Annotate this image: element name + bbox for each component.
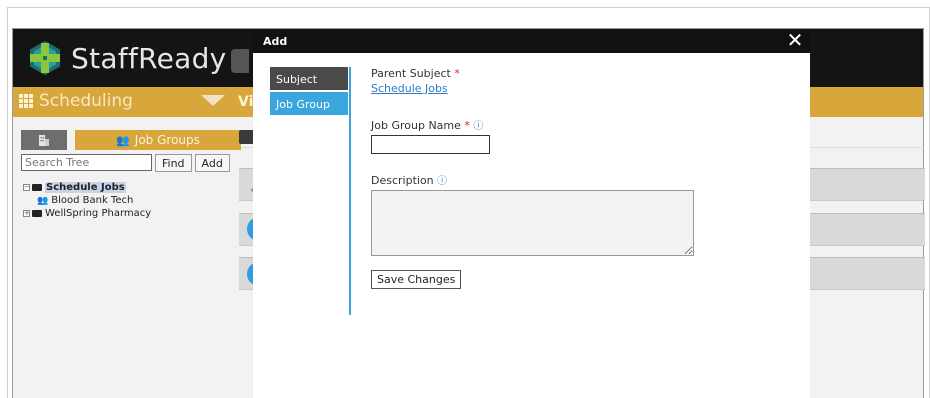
tab-locations[interactable] <box>21 130 67 150</box>
chevron-down-icon[interactable] <box>201 95 225 106</box>
dialog-header: Add ✕ <box>253 30 810 53</box>
required-marker: * <box>464 119 470 132</box>
job-group-form: Parent Subject * Schedule Jobs Job Group… <box>371 67 694 289</box>
add-dialog: Add ✕ Subject Job Group Parent Subject *… <box>253 30 810 398</box>
people-icon: 👥 <box>116 133 130 147</box>
tree-node-blood-bank-tech[interactable]: 👥 Blood Bank Tech <box>23 194 151 207</box>
folder-icon <box>32 210 42 217</box>
description-field: Description ⓘ <box>371 172 694 256</box>
tree-search-input[interactable] <box>21 154 152 171</box>
parent-subject-link[interactable]: Schedule Jobs <box>371 82 694 95</box>
job-tree: − Schedule Jobs 👥 Blood Bank Tech + Well… <box>23 181 151 220</box>
tree-node-label: WellSpring Pharmacy <box>45 208 152 219</box>
building-icon <box>39 135 49 146</box>
grid-icon <box>19 94 33 108</box>
add-button[interactable]: Add <box>194 154 230 172</box>
info-icon[interactable]: ⓘ <box>473 121 483 132</box>
people-icon: 👥 <box>37 195 49 206</box>
staffready-logo-icon <box>30 41 60 75</box>
job-group-name-field: Job Group Name * ⓘ <box>371 117 694 154</box>
logo: StaffReady <box>27 38 227 78</box>
job-group-name-input[interactable] <box>371 135 490 154</box>
job-group-name-label: Job Group Name <box>371 119 461 132</box>
tab-job-groups[interactable]: 👥 Job Groups <box>75 130 241 150</box>
bell-icon[interactable] <box>231 49 249 73</box>
expand-icon[interactable]: + <box>23 210 30 217</box>
view-menu-label[interactable]: Vi <box>238 94 253 110</box>
description-textarea[interactable] <box>371 190 694 256</box>
tree-tabs: 👥 Job Groups <box>21 130 241 152</box>
module-label: Scheduling <box>39 91 133 111</box>
nav-job-group[interactable]: Job Group <box>270 92 348 115</box>
nav-divider <box>349 67 351 315</box>
close-icon[interactable]: ✕ <box>784 30 806 52</box>
description-label: Description <box>371 174 434 187</box>
parent-subject-field: Parent Subject * Schedule Jobs <box>371 67 694 95</box>
dialog-nav: Subject Job Group <box>270 67 348 117</box>
logo-text: StaffReady <box>71 41 227 75</box>
tree-node-wellspring-pharmacy[interactable]: + WellSpring Pharmacy <box>23 207 151 220</box>
tree-node-label: Schedule Jobs <box>45 182 126 193</box>
nav-subject[interactable]: Subject <box>270 67 348 90</box>
required-marker: * <box>454 67 460 80</box>
module-selector[interactable]: Scheduling <box>19 91 133 111</box>
info-icon[interactable]: ⓘ <box>437 176 447 187</box>
tree-node-label: Blood Bank Tech <box>51 195 134 206</box>
parent-subject-label: Parent Subject <box>371 67 451 80</box>
tab-job-groups-label: Job Groups <box>134 133 200 147</box>
save-changes-button[interactable]: Save Changes <box>371 270 462 289</box>
find-button[interactable]: Find <box>155 154 192 172</box>
collapse-icon[interactable]: − <box>23 184 30 191</box>
tree-search-row: Find Add <box>21 154 230 172</box>
dialog-title: Add <box>263 35 288 48</box>
folder-icon <box>32 184 42 191</box>
tree-node-schedule-jobs[interactable]: − Schedule Jobs <box>23 181 151 194</box>
